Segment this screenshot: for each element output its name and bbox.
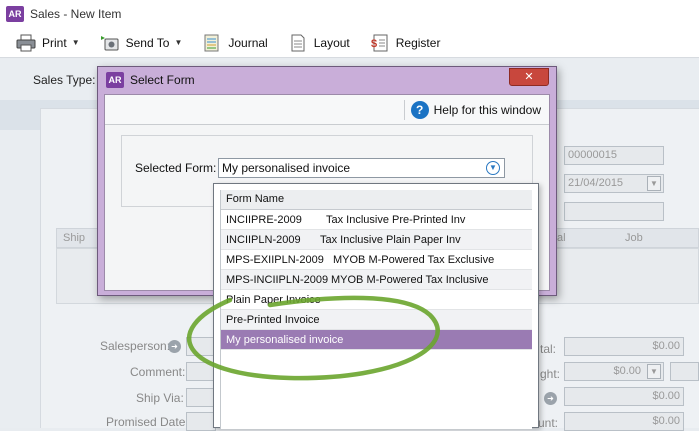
selected-form-combobox[interactable]: My personalised invoice ▼ xyxy=(218,158,505,178)
journal-icon xyxy=(204,34,219,51)
form-dropdown-list: Form Name INCIIPRE-2009 Tax Inclusive Pr… xyxy=(213,183,539,429)
list-item[interactable]: INCIIPLN-2009 Tax Inclusive Plain Paper … xyxy=(221,230,532,250)
salesperson-field[interactable] xyxy=(186,337,216,356)
list-item[interactable]: Plain Paper Invoice xyxy=(221,290,532,310)
window-title: Sales - New Item xyxy=(30,7,122,21)
divider xyxy=(403,99,405,120)
help-button[interactable]: Help for this window xyxy=(434,103,541,117)
list-item[interactable]: MPS-EXIIPLN-2009 MYOB M-Powered Tax Excl… xyxy=(221,250,532,270)
dialog-title-bar: AR Select Form xyxy=(98,67,556,93)
ship-via-label: Ship Via: xyxy=(136,391,184,405)
register-icon: $ xyxy=(371,34,388,51)
layout-button[interactable]: Layout xyxy=(288,34,350,52)
send-to-icon xyxy=(100,35,119,50)
form-description: MYOB M-Powered Tax Inclusive xyxy=(331,273,489,286)
comment-label: Comment: xyxy=(130,365,186,379)
form-code: Pre-Printed Invoice xyxy=(226,313,320,326)
form-code: MPS-INCIIPLN-2009 xyxy=(226,273,329,286)
list-item[interactable]: MPS-INCIIPLN-2009 MYOB M-Powered Tax Inc… xyxy=(221,270,532,290)
column-header-total: al xyxy=(557,232,566,244)
layout-label: Layout xyxy=(313,35,350,50)
ship-via-field[interactable] xyxy=(186,388,216,407)
selected-form-label: Selected Form: xyxy=(135,161,217,175)
column-header-ship: Ship xyxy=(63,232,86,244)
invoice-number-field[interactable]: 00000015 xyxy=(564,146,664,165)
print-label: Print xyxy=(42,35,67,50)
close-button[interactable]: ✕ xyxy=(509,68,549,86)
subtotal-field: $0.00 xyxy=(564,337,684,356)
list-item[interactable]: Pre-Printed Invoice xyxy=(221,310,532,330)
svg-text:$: $ xyxy=(371,38,377,50)
app-logo: AR xyxy=(106,72,124,88)
freight-field[interactable]: $0.00 ▼ xyxy=(564,362,664,381)
amount-paid-field: $0.00 xyxy=(564,412,684,431)
lookup-arrow-icon[interactable]: ➜ xyxy=(168,340,181,353)
comment-field[interactable] xyxy=(186,362,216,381)
register-label: Register xyxy=(395,35,441,50)
toolbar: Print ▼ Send To ▼ Journal Layout $ Regis… xyxy=(0,28,699,58)
freight-value: $0.00 xyxy=(613,365,641,377)
chevron-down-icon[interactable]: ▼ xyxy=(647,364,661,379)
journal-button[interactable]: Journal xyxy=(202,34,268,52)
form-code: Plain Paper Invoice xyxy=(226,293,321,306)
po-number-field[interactable] xyxy=(564,202,664,221)
printer-icon xyxy=(16,34,36,51)
send-to-label: Send To xyxy=(125,35,170,50)
promised-date-label: Promised Date: xyxy=(106,415,189,429)
form-code: INCIIPLN-2009 xyxy=(226,233,301,246)
lookup-arrow-icon[interactable]: ➜ xyxy=(544,392,557,405)
tax-field: $0.00 xyxy=(564,387,684,406)
salesperson-label: Salesperson: xyxy=(100,339,171,353)
print-button[interactable]: Print ▼ xyxy=(16,34,80,52)
help-icon[interactable]: ? xyxy=(410,100,429,119)
form-description: Tax Inclusive Plain Paper Inv xyxy=(320,233,461,246)
send-to-button[interactable]: Send To ▼ xyxy=(100,34,183,52)
tax-code-field[interactable] xyxy=(670,362,699,381)
list-item-selected[interactable]: My personalised invoice xyxy=(221,330,532,350)
chevron-down-icon: ▼ xyxy=(174,38,183,47)
subtotal-label: tal: xyxy=(540,342,557,356)
app-logo: AR xyxy=(6,6,24,22)
journal-label: Journal xyxy=(228,35,268,50)
promised-date-field[interactable] xyxy=(186,412,216,431)
chevron-down-icon[interactable]: ▼ xyxy=(486,161,500,175)
freight-label: ght: xyxy=(540,367,561,381)
form-description: MYOB M-Powered Tax Exclusive xyxy=(333,253,495,266)
layout-icon xyxy=(291,34,305,51)
form-description: Tax Inclusive Pre-Printed Inv xyxy=(326,213,466,226)
register-button[interactable]: $ Register xyxy=(370,34,441,52)
form-code: MPS-EXIIPLN-2009 xyxy=(226,253,324,266)
form-code: My personalised invoice xyxy=(226,333,344,346)
sales-type-label: Sales Type: xyxy=(33,73,96,87)
selected-form-value: My personalised invoice xyxy=(222,161,351,175)
dialog-title: Select Form xyxy=(130,73,195,87)
chevron-down-icon: ▼ xyxy=(71,38,80,47)
date-value: 21/04/2015 xyxy=(568,177,624,189)
form-code: INCIIPRE-2009 xyxy=(226,213,302,226)
column-header-job: Job xyxy=(625,232,643,244)
help-bar: ? Help for this window xyxy=(105,95,549,125)
list-item[interactable]: INCIIPRE-2009 Tax Inclusive Pre-Printed … xyxy=(221,210,532,230)
window-title-bar: AR Sales - New Item xyxy=(0,0,699,28)
column-header-form-name: Form Name xyxy=(221,190,532,210)
calendar-dropdown-icon[interactable]: ▼ xyxy=(647,176,661,191)
date-field[interactable]: 21/04/2015 ▼ xyxy=(564,174,664,193)
form-list: Form Name INCIIPRE-2009 Tax Inclusive Pr… xyxy=(220,190,532,429)
